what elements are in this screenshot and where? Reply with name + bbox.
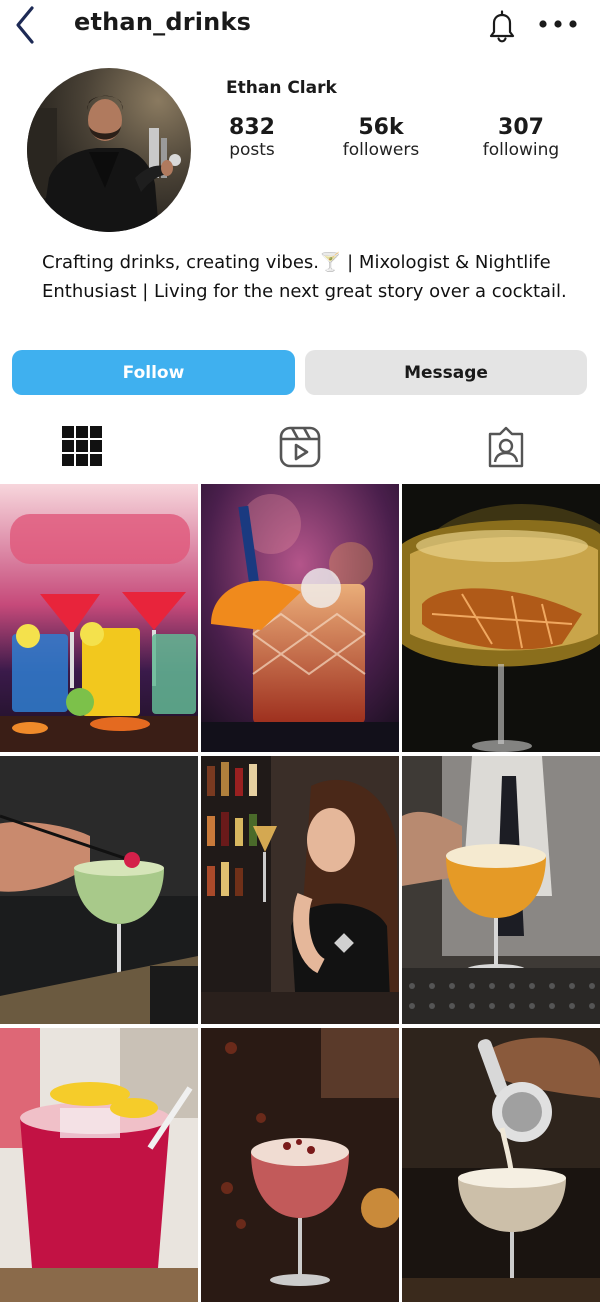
back-button[interactable] [8,4,44,46]
photo-green-cocktail-garnish [0,756,198,1024]
stat-following-count: 307 [498,115,544,140]
stat-posts-label: posts [229,140,275,160]
message-button[interactable]: Message [305,350,587,395]
reels-icon [279,426,321,468]
tab-reels[interactable] [200,418,400,474]
profile-bio: Crafting drinks, creating vibes.🍸 | Mixo… [42,252,567,302]
photo-colorful-cocktails [0,484,198,752]
photo-foamy-cocktail-bar [402,756,600,1024]
top-bar: ethan_drinks [0,0,600,52]
photo-sour-cocktail-rose [201,1028,399,1302]
tab-tagged[interactable] [400,418,600,474]
profile-avatar[interactable] [27,68,191,232]
more-options-button[interactable] [536,10,580,38]
post-thumbnail[interactable] [0,756,198,1024]
photo-red-iced-drink [0,1028,198,1302]
tagged-user-icon [488,426,524,468]
chevron-left-icon [16,6,34,44]
post-thumbnail[interactable] [402,484,600,752]
avatar-photo [27,68,191,232]
stat-followers[interactable]: 56k followers [316,115,446,161]
grid-icon [62,426,102,466]
bell-icon [489,10,515,43]
stat-following-label: following [482,140,560,160]
post-thumbnail[interactable] [0,1028,198,1302]
post-thumbnail[interactable] [201,756,399,1024]
stat-posts[interactable]: 832 posts [187,115,317,161]
profile-username: ethan_drinks [74,8,252,36]
stat-following[interactable]: 307 following [456,115,586,161]
stat-posts-count: 832 [229,115,275,140]
photo-bartender-straining [402,1028,600,1302]
stat-followers-label: followers [342,140,420,160]
photo-martini-dried-orange [402,484,600,752]
photo-woman-sipping-wine [201,756,399,1024]
notifications-button[interactable] [484,8,520,44]
post-thumbnail[interactable] [0,484,198,752]
profile-tabs [0,418,600,474]
post-thumbnail[interactable] [402,1028,600,1302]
more-horizontal-icon [539,20,577,28]
tab-posts-grid[interactable] [0,418,200,474]
posts-grid [0,484,600,1302]
photo-negroni-orange [201,484,399,752]
post-thumbnail[interactable] [402,756,600,1024]
post-thumbnail[interactable] [201,484,399,752]
follow-button[interactable]: Follow [12,350,295,395]
post-thumbnail[interactable] [201,1028,399,1302]
profile-full-name: Ethan Clark [226,78,337,98]
stat-followers-count: 56k [358,115,404,140]
